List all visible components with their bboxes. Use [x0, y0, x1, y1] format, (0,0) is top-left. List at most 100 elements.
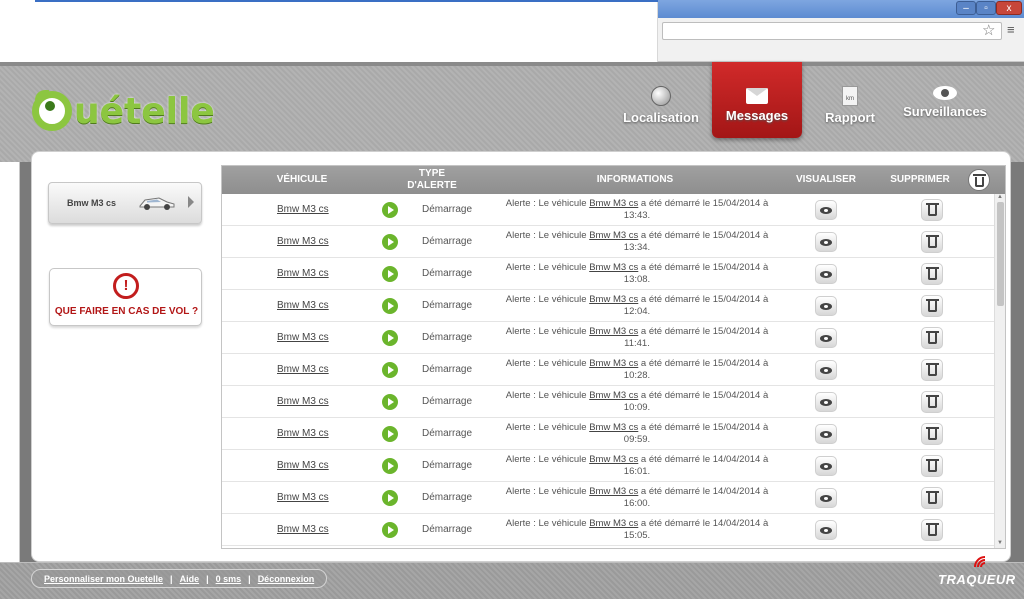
view-eye-icon[interactable]	[815, 200, 837, 220]
row-info-vehicle-link[interactable]: Bmw M3 cs	[589, 326, 638, 337]
row-info-time: 11:41.	[624, 338, 650, 349]
footer-link-deconnexion[interactable]: Déconnexion	[258, 574, 315, 584]
table-scrollbar[interactable]: ▲ ▼	[994, 194, 1005, 548]
row-information: Alerte : Le véhicule Bmw M3 cs a été dém…	[497, 486, 777, 510]
delete-trash-icon[interactable]	[921, 519, 943, 541]
view-eye-icon[interactable]	[815, 520, 837, 540]
row-info-time: 13:43.	[623, 210, 651, 221]
nav-messages[interactable]: Messages	[712, 62, 802, 138]
logo[interactable]: uételle	[32, 86, 215, 136]
logo-leaf-icon	[35, 90, 49, 100]
window-close-button[interactable]: x	[996, 1, 1022, 15]
delete-trash-icon[interactable]	[921, 295, 943, 317]
signal-icon	[974, 556, 986, 568]
row-info-time: 10:09.	[623, 402, 651, 413]
delete-trash-icon[interactable]	[921, 327, 943, 349]
view-eye-icon[interactable]	[815, 232, 837, 252]
view-eye-icon[interactable]	[815, 424, 837, 444]
header-type-line1: TYPE	[418, 168, 446, 179]
footer-link-aide[interactable]: Aide	[180, 574, 200, 584]
nav-messages-label: Messages	[725, 108, 789, 123]
footer-separator: |	[206, 573, 209, 584]
chevron-right-icon	[188, 196, 194, 208]
vehicle-card-label: Bmw M3 cs	[67, 198, 117, 208]
theft-help-button[interactable]: ! QUE FAIRE EN CAS DE VOL ?	[49, 268, 202, 326]
row-info-vehicle-link[interactable]: Bmw M3 cs	[589, 518, 638, 529]
nav-localisation[interactable]: Localisation	[621, 86, 701, 130]
row-info-vehicle-link[interactable]: Bmw M3 cs	[589, 358, 638, 369]
window-minimize-button[interactable]: –	[956, 1, 976, 15]
row-info-time: 16:00.	[623, 498, 651, 509]
view-eye-icon[interactable]	[815, 328, 837, 348]
scroll-thumb[interactable]	[997, 202, 1004, 306]
view-eye-icon[interactable]	[815, 296, 837, 316]
header-vehicule: VÉHICULE	[276, 174, 328, 185]
delete-trash-icon[interactable]	[921, 391, 943, 413]
row-vehicle-link[interactable]: Bmw M3 cs	[277, 268, 367, 279]
row-info-vehicle-link[interactable]: Bmw M3 cs	[589, 390, 638, 401]
row-info-vehicle-link[interactable]: Bmw M3 cs	[589, 198, 638, 209]
row-info-vehicle-link[interactable]: Bmw M3 cs	[589, 422, 638, 433]
view-eye-icon[interactable]	[815, 264, 837, 284]
delete-trash-icon[interactable]	[921, 487, 943, 509]
row-info-vehicle-link[interactable]: Bmw M3 cs	[589, 262, 638, 273]
view-eye-icon[interactable]	[815, 360, 837, 380]
delete-trash-icon[interactable]	[921, 359, 943, 381]
delete-trash-icon[interactable]	[921, 455, 943, 477]
row-vehicle-link[interactable]: Bmw M3 cs	[277, 332, 367, 343]
row-vehicle-link[interactable]: Bmw M3 cs	[277, 236, 367, 247]
view-eye-icon[interactable]	[815, 488, 837, 508]
row-vehicle-link[interactable]: Bmw M3 cs	[277, 364, 367, 375]
browser-menu-icon[interactable]: ≡	[1007, 22, 1015, 37]
play-icon	[382, 298, 398, 314]
window-maximize-button[interactable]: ▫	[976, 1, 996, 15]
browser-blank-area	[0, 0, 658, 62]
row-vehicle-link[interactable]: Bmw M3 cs	[277, 300, 367, 311]
address-bar[interactable]	[662, 22, 1002, 40]
row-vehicle-link[interactable]: Bmw M3 cs	[277, 492, 367, 503]
footer-link-personnaliser[interactable]: Personnaliser mon Ouetelle	[44, 574, 163, 584]
scroll-down-icon[interactable]: ▼	[997, 540, 1003, 546]
km-icon: km	[842, 86, 858, 106]
row-info-prefix: Alerte : Le véhicule	[505, 230, 590, 241]
header-informations: INFORMATIONS	[596, 174, 674, 185]
nav-rapport-label: Rapport	[825, 110, 875, 125]
site-header: uételle Localisation Messages km Rapport…	[0, 62, 1024, 162]
nav-rapport[interactable]: km Rapport	[820, 86, 880, 130]
row-info-vehicle-link[interactable]: Bmw M3 cs	[589, 230, 638, 241]
row-alert-type: Démarrage	[422, 236, 473, 247]
row-information: Alerte : Le véhicule Bmw M3 cs a été dém…	[497, 198, 777, 222]
row-info-suffix: a été démarré le 15/04/2014 à	[638, 422, 769, 433]
row-info-vehicle-link[interactable]: Bmw M3 cs	[589, 454, 638, 465]
row-info-prefix: Alerte : Le véhicule	[505, 486, 590, 497]
footer-separator: |	[170, 573, 173, 584]
delete-trash-icon[interactable]	[921, 231, 943, 253]
row-info-time: 16:01.	[623, 466, 651, 477]
view-eye-icon[interactable]	[815, 456, 837, 476]
vehicle-card[interactable]: Bmw M3 cs	[48, 182, 202, 224]
table-row: Bmw M3 cs Démarrage Alerte : Le véhicule B…	[222, 450, 994, 482]
footer-link-sms[interactable]: 0 sms	[216, 574, 242, 584]
row-info-suffix: a été démarré le 15/04/2014 à	[638, 390, 769, 401]
view-eye-icon[interactable]	[815, 392, 837, 412]
logo-o-icon	[32, 90, 72, 131]
theft-help-label: QUE FAIRE EN CAS DE VOL ?	[54, 306, 199, 317]
row-vehicle-link[interactable]: Bmw M3 cs	[277, 204, 367, 215]
row-vehicle-link[interactable]: Bmw M3 cs	[277, 524, 367, 535]
table-row: Bmw M3 cs Démarrage Alerte : Le véhicule B…	[222, 386, 994, 418]
delete-trash-icon[interactable]	[921, 263, 943, 285]
delete-trash-icon[interactable]	[921, 199, 943, 221]
delete-all-trash-icon[interactable]	[968, 169, 990, 191]
left-edge-panel	[0, 162, 20, 562]
bookmark-star-icon[interactable]: ☆	[982, 21, 995, 39]
row-vehicle-link[interactable]: Bmw M3 cs	[277, 428, 367, 439]
row-vehicle-link[interactable]: Bmw M3 cs	[277, 396, 367, 407]
row-information: Alerte : Le véhicule Bmw M3 cs a été dém…	[497, 326, 777, 350]
table-row: Bmw M3 cs Démarrage Alerte : Le véhicule B…	[222, 354, 994, 386]
scroll-up-icon[interactable]: ▲	[997, 194, 1003, 200]
row-vehicle-link[interactable]: Bmw M3 cs	[277, 460, 367, 471]
row-info-vehicle-link[interactable]: Bmw M3 cs	[589, 486, 638, 497]
row-info-vehicle-link[interactable]: Bmw M3 cs	[589, 294, 638, 305]
delete-trash-icon[interactable]	[921, 423, 943, 445]
nav-surveillances[interactable]: Surveillances	[898, 86, 992, 130]
